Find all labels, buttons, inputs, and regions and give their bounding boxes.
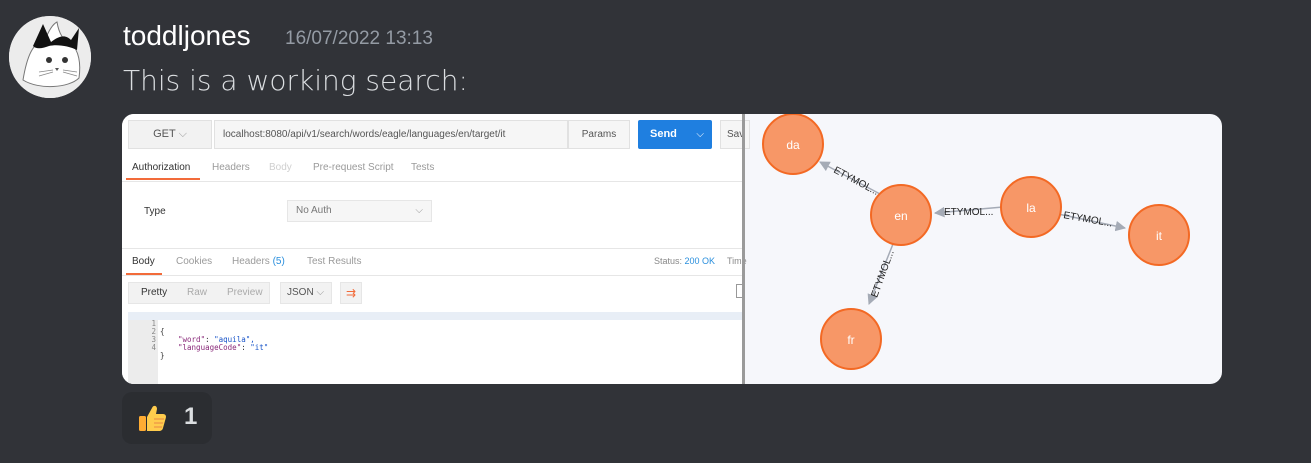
edge-label: ETYMOL... [944,207,993,218]
code-line: 4 } [128,336,742,360]
tab-test-results: Test Results [307,256,362,267]
active-tab-indicator [126,178,200,180]
http-method-select: GET ⌵ [128,120,212,149]
edge-label: ETYMOL... [1062,210,1113,229]
reaction-count: 1 [184,403,198,430]
message-text: This is a working search: [123,64,468,97]
tab-response-body: Body [132,256,155,267]
node-fr: fr [820,308,882,370]
auth-type-label: Type [144,206,166,217]
graph-visualization: ETYMOL... ETYMOL... ETYMOL... ETYMOL... … [745,114,1222,384]
code-line: 3 "languageCode": "it" [128,328,742,352]
active-tab-indicator [126,273,162,275]
tab-body: Body [269,162,292,173]
graph-svg: ETYMOL... ETYMOL... ETYMOL... ETYMOL... … [762,114,1190,370]
wrap-lines-icon: ⇉ [340,282,362,304]
request-tabs: Authorization Headers Body Pre-request S… [122,157,742,182]
chevron-down-icon: ⌵ [415,205,423,216]
json-key: "languageCode" [178,343,242,352]
request-url-field: localhost:8080/api/v1/search/words/eagle… [214,120,568,149]
view-pretty: Pretty [141,287,168,298]
line-number: 4 [151,343,156,352]
chevron-down-icon: ⌵ [696,129,704,140]
response-status: Status: 200 OK [654,256,715,266]
tab-tests: Tests [411,162,435,173]
status-value: 200 OK [684,256,716,266]
view-preview: Preview [227,287,263,298]
node-en: en [870,184,932,246]
chevron-down-icon: ⌵ [178,128,187,140]
image-attachment[interactable]: GET ⌵ localhost:8080/api/v1/search/words… [122,114,1222,384]
thumbs-up-icon [139,405,167,431]
code-text: "languageCode": "it" [178,343,269,352]
cat-avatar-icon [9,16,91,98]
tab-pre-request-script: Pre-request Script [313,162,394,173]
node-da: da [762,114,824,175]
send-button: Send ⌵ [638,120,712,149]
username[interactable]: toddljones [123,20,251,52]
reaction-thumbs-up[interactable]: 1 [122,392,212,444]
node-label: fr [847,333,854,347]
response-tabs: Body Cookies Headers (5) Test Results St… [122,248,747,276]
message-timestamp: 16/07/2022 13:13 [285,28,433,49]
params-button: Params [568,120,630,149]
chevron-down-icon: ⌵ [316,287,325,298]
edge-label: ETYMOL... [869,249,896,299]
code-line: 1 { [128,312,742,336]
node-label: la [1026,201,1036,215]
response-view-toggle: Pretty Raw Preview [128,282,270,304]
node-label: da [786,138,800,152]
auth-type-select: No Auth ⌵ [287,200,432,222]
response-headers-label: Headers [232,256,270,267]
tab-response-headers: Headers (5) [232,256,285,267]
auth-type-value: No Auth [296,205,332,216]
format-value: JSON [287,287,314,298]
status-label: Status: [654,256,683,266]
json-value: "it" [250,343,269,352]
format-select: JSON ⌵ [280,282,332,304]
tab-authorization: Authorization [132,162,191,173]
user-avatar[interactable] [9,16,91,98]
code-text: } [160,351,165,360]
node-label: en [894,209,907,223]
headers-count-badge: (5) [272,256,285,267]
http-method-label: GET [153,128,176,140]
node-it: it [1128,204,1190,266]
postman-screenshot: GET ⌵ localhost:8080/api/v1/search/words… [122,114,750,384]
tab-headers: Headers [212,162,250,173]
node-label: it [1156,229,1163,243]
code-line: 2 "word": "aquila", [128,320,742,344]
node-la: la [1000,176,1062,238]
view-raw: Raw [187,287,208,298]
edge-label: ETYMOL... [832,165,881,198]
tab-cookies: Cookies [176,256,213,267]
send-label: Send [650,128,677,140]
